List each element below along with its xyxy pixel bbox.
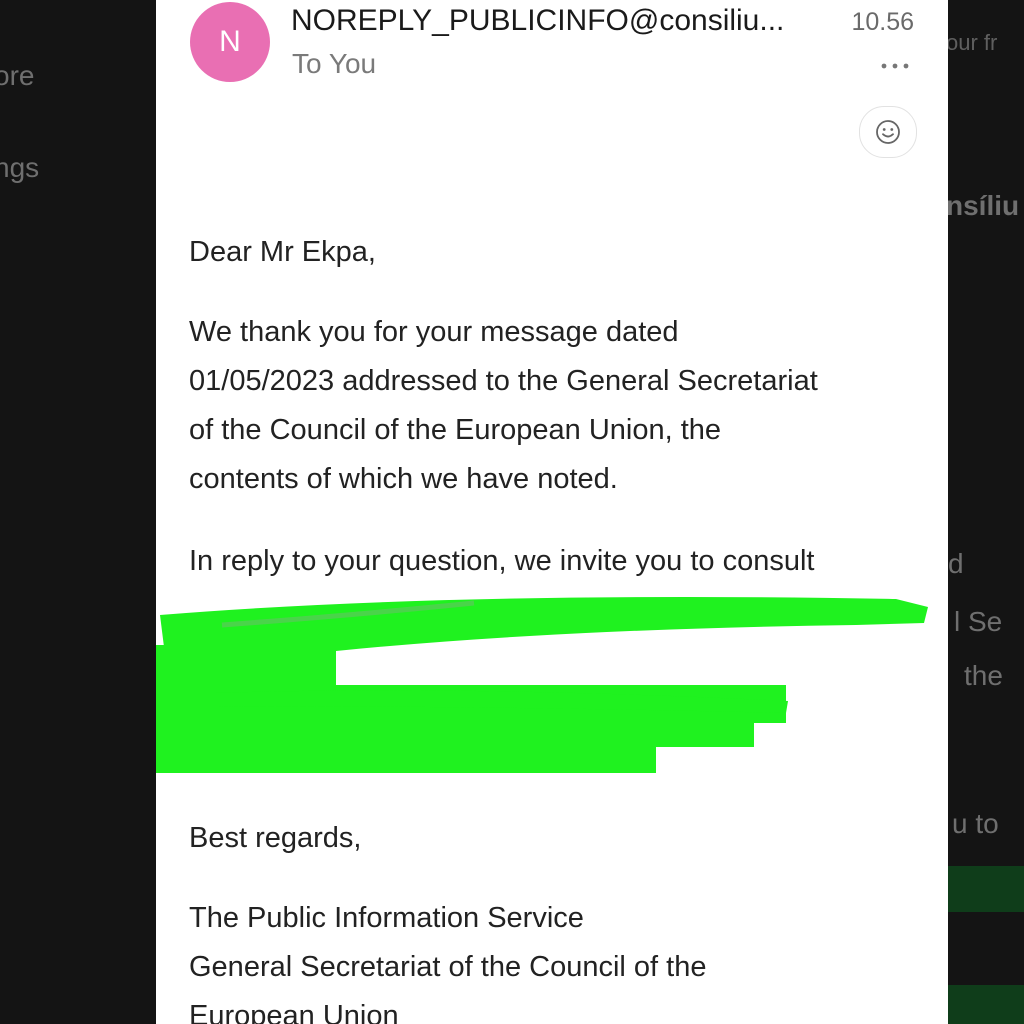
emoji-icon — [876, 120, 900, 144]
background-green-bar — [948, 866, 1024, 912]
signature: The Public Information Service General S… — [189, 894, 929, 1024]
email-message-view: N NOREPLY_PUBLICINFO@consiliu... 10.56 T… — [156, 0, 948, 1024]
paragraph-line: of the Council of the European Union, th… — [189, 414, 722, 446]
message-time: 10.56 — [851, 8, 914, 36]
sender-address[interactable]: NOREPLY_PUBLICINFO@consiliu... — [291, 4, 784, 38]
closing: Best regards, — [189, 822, 362, 854]
paragraph-reply: In reply to your question, we invite you… — [189, 545, 815, 577]
paragraph-line: 01/05/2023 addressed to the General Secr… — [189, 365, 818, 397]
background-text-fragment: d — [948, 548, 964, 579]
background-text-fragment: nsíliu — [948, 190, 1020, 221]
paragraph-line: We thank you for your message dated — [189, 316, 679, 348]
signature-line: European Union — [189, 1000, 399, 1024]
background-text-fragment: ore — [0, 60, 35, 91]
paragraph-line: contents of which we have noted. — [189, 463, 618, 495]
avatar-letter: N — [219, 25, 241, 58]
background-text-fragment: l Se — [954, 606, 1003, 637]
paragraph-thanks: We thank you for your message dated 01/0… — [189, 308, 929, 504]
greeting: Dear Mr Ekpa, — [189, 236, 376, 268]
signature-line: The Public Information Service — [189, 902, 584, 934]
background-text-fragment: the — [964, 660, 1003, 691]
background-right: our fr nsíliu d l Se the u to — [948, 0, 1024, 1024]
background-text-fragment: u to — [952, 808, 999, 839]
background-green-bar — [948, 985, 1024, 1024]
recipient-line[interactable]: To You — [292, 48, 376, 80]
sender-avatar[interactable]: N — [190, 2, 270, 82]
background-left: ore ngs — [0, 0, 156, 1024]
background-text-fragment: ngs — [0, 152, 40, 183]
background-text-fragment: our fr — [948, 30, 998, 55]
more-icon[interactable] — [880, 50, 910, 76]
add-reaction-button[interactable] — [859, 106, 917, 158]
redaction-scribble — [156, 597, 928, 773]
signature-line: General Secretariat of the Council of th… — [189, 951, 707, 983]
